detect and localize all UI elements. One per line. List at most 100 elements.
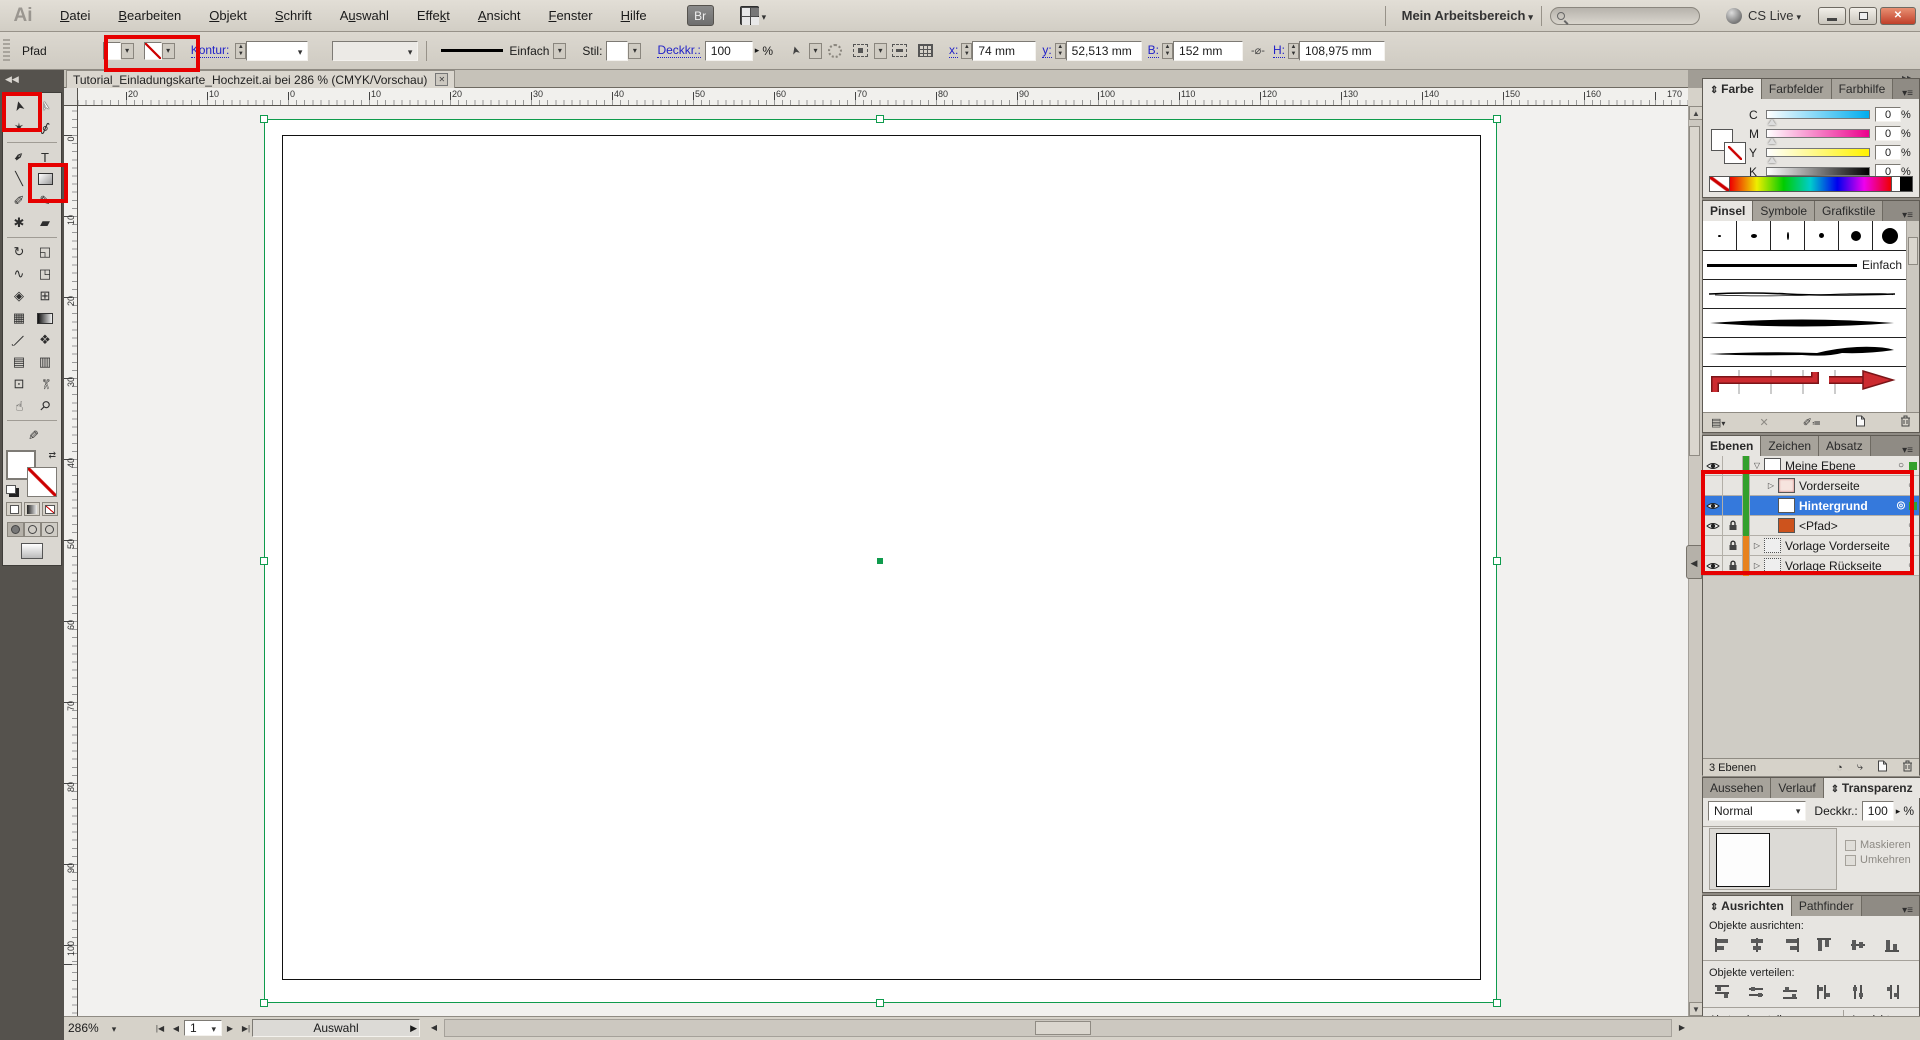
search-input[interactable]	[1550, 7, 1700, 25]
toolbar-collapse-button[interactable]: ◀◀	[0, 70, 64, 88]
width-stepper[interactable]: ▲▼	[1162, 43, 1173, 59]
menu-item-auswahl[interactable]: Auswahl	[326, 5, 403, 27]
blend-tool[interactable]: ❖	[32, 329, 58, 351]
panel-menu-icon[interactable]: ▾≡	[1902, 442, 1919, 456]
menu-item-datei[interactable]: Datei	[46, 5, 104, 27]
shape-builder-tool[interactable]: ◈	[6, 285, 32, 307]
height-stepper[interactable]: ▲▼	[1288, 43, 1299, 59]
make-clipping-mask-icon[interactable]: ◔	[1836, 762, 1843, 774]
symbol-sprayer-tool[interactable]: ▤	[6, 351, 32, 373]
tab-ausrichten[interactable]: Ausrichten	[1703, 896, 1792, 916]
new-layer-icon[interactable]	[1877, 760, 1888, 775]
align-middle-v-button[interactable]	[1847, 936, 1869, 954]
channel-value-y[interactable]: 0	[1875, 145, 1901, 160]
panel-menu-icon[interactable]: ▾≡	[1902, 85, 1919, 99]
brush-libraries-icon[interactable]: ▤▾	[1711, 416, 1725, 429]
color-fill-stroke-icon[interactable]	[1711, 129, 1745, 163]
dist-center-h-button[interactable]	[1847, 983, 1869, 1001]
blend-mode-dropdown[interactable]: Normal	[1708, 801, 1806, 821]
channel-slider-c[interactable]	[1766, 110, 1870, 119]
page-number-dropdown[interactable]: 1	[184, 1020, 222, 1036]
scale-tool[interactable]: ◱	[32, 241, 58, 263]
panel-menu-icon[interactable]: ▾≡	[1902, 207, 1919, 221]
brush-tapered[interactable]	[1703, 309, 1906, 338]
horizontal-scrollbar[interactable]	[444, 1019, 1672, 1037]
eyedropper-tool[interactable]: ⌡	[6, 329, 32, 351]
opacity-flyout[interactable]: ▸	[755, 45, 760, 56]
gradient-button[interactable]	[24, 502, 40, 516]
y-label[interactable]: y:	[1042, 43, 1051, 58]
link-dimensions-icon[interactable]: -⌀-	[1251, 44, 1265, 57]
brush-arrow-pattern[interactable]	[1703, 367, 1906, 396]
tab-farbhilfe[interactable]: Farbhilfe	[1832, 79, 1894, 99]
tab-pathfinder[interactable]: Pathfinder	[1792, 896, 1862, 916]
tp-opacity-flyout[interactable]: ▸	[1896, 806, 1901, 817]
dist-left-button[interactable]	[1813, 983, 1835, 1001]
menu-item-schrift[interactable]: Schrift	[261, 5, 326, 27]
selection-center-point[interactable]	[877, 558, 883, 564]
layer-expander-icon[interactable]: ▽	[1750, 461, 1764, 470]
menu-item-fenster[interactable]: Fenster	[535, 5, 607, 27]
channel-slider-y[interactable]	[1766, 148, 1870, 157]
width-input[interactable]: 152 mm	[1173, 41, 1243, 61]
select-similar-icon[interactable]: ➤	[785, 41, 807, 61]
scroll-left-icon[interactable]: ◀	[426, 1019, 442, 1035]
document-tab[interactable]: Tutorial_Einladungskarte_Hochzeit.ai bei…	[66, 70, 455, 88]
tab-ebenen[interactable]: Ebenen	[1703, 436, 1761, 456]
tp-opacity-input[interactable]: 100	[1862, 801, 1894, 821]
y-input[interactable]: 52,513 mm	[1066, 41, 1142, 61]
measure-tool[interactable]: ✎	[19, 424, 45, 446]
prev-page-button[interactable]: ◀	[168, 1020, 184, 1036]
channel-value-c[interactable]: 0	[1875, 107, 1901, 122]
align-bottom-button[interactable]	[1881, 936, 1903, 954]
color-spectrum-bar[interactable]	[1709, 176, 1913, 192]
swap-fill-stroke-icon[interactable]: ⇄	[48, 450, 56, 461]
new-sublayer-icon[interactable]: ⤷	[1857, 761, 1863, 774]
delete-brush-icon[interactable]	[1900, 415, 1911, 430]
isolate-object-icon[interactable]	[850, 41, 872, 61]
dock-collapse-handle[interactable]: ◀	[1686, 545, 1702, 579]
rotate-tool[interactable]: ↻	[6, 241, 32, 263]
align-center-h-button[interactable]	[1745, 936, 1767, 954]
menu-item-hilfe[interactable]: Hilfe	[607, 5, 661, 27]
width-label[interactable]: B:	[1148, 43, 1159, 58]
channel-slider-m[interactable]	[1766, 129, 1870, 138]
menu-item-ansicht[interactable]: Ansicht	[464, 5, 535, 27]
free-transform-tool[interactable]: ◳	[32, 263, 58, 285]
scroll-down-icon[interactable]: ▼	[1689, 1002, 1703, 1016]
tab-verlauf[interactable]: Verlauf	[1771, 778, 1823, 798]
x-input[interactable]: 74 mm	[972, 41, 1036, 61]
workspace-switcher[interactable]: Mein Arbeitsbereich	[1402, 8, 1533, 23]
dist-right-button[interactable]	[1881, 983, 1903, 1001]
align-panel-icon[interactable]	[915, 41, 937, 61]
stroke-swatch[interactable]	[28, 468, 56, 496]
brush-definition-dropdown[interactable]: ▾	[553, 43, 566, 59]
calligraphic-brush[interactable]	[1703, 221, 1737, 250]
artboard-tool[interactable]: ⊡	[6, 373, 32, 395]
dist-center-v-button[interactable]	[1745, 983, 1767, 1001]
remove-brush-stroke-icon[interactable]: ✕	[1759, 416, 1768, 429]
tab-farbfelder[interactable]: Farbfelder	[1762, 79, 1832, 99]
opacity-input[interactable]: 100	[705, 41, 753, 61]
first-page-button[interactable]: |◀	[152, 1020, 168, 1036]
ruler-origin-corner[interactable]	[64, 88, 78, 106]
selection-handle-se[interactable]	[1493, 999, 1501, 1007]
maskieren-checkbox[interactable]: Maskieren	[1845, 839, 1911, 851]
stroke-weight-stepper[interactable]: ▲▼	[235, 43, 246, 59]
align-left-button[interactable]	[1711, 936, 1733, 954]
default-fill-stroke-icon[interactable]	[6, 485, 16, 494]
scroll-right-icon[interactable]: ▶	[1674, 1019, 1690, 1035]
tab-absatz[interactable]: Absatz	[1819, 436, 1871, 456]
delete-layer-icon[interactable]	[1902, 760, 1913, 775]
selection-handle-w[interactable]	[260, 557, 268, 565]
selection-handle-e[interactable]	[1493, 557, 1501, 565]
selection-handle-n[interactable]	[876, 115, 884, 123]
blob-brush-tool[interactable]: ✱	[6, 212, 32, 234]
none-swatch[interactable]	[1710, 177, 1730, 191]
brush-charcoal[interactable]	[1703, 280, 1906, 309]
perspective-grid-tool[interactable]: ⊞	[32, 285, 58, 307]
edit-contents-icon[interactable]	[889, 41, 911, 61]
panel-menu-icon[interactable]: ▾≡	[1902, 902, 1919, 916]
draw-inside-mode-button[interactable]	[41, 522, 58, 537]
width-tool[interactable]: ∿	[6, 263, 32, 285]
